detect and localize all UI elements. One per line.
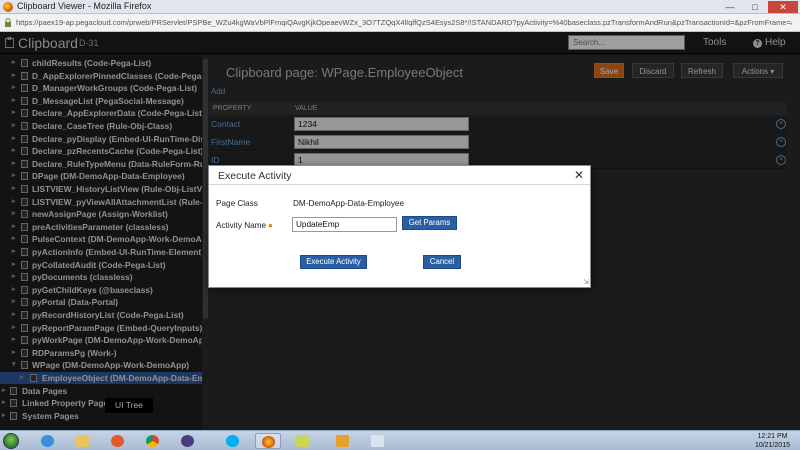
resize-handle-icon[interactable]: ⇲	[583, 278, 589, 286]
address-bar[interactable]: https://paex19-ap.pegacloud.com/prweb/PR…	[0, 14, 800, 32]
cancel-button[interactable]: Cancel	[423, 255, 461, 269]
url-text[interactable]: https://paex19-ap.pegacloud.com/prweb/PR…	[16, 18, 792, 27]
lock-icon	[5, 18, 11, 27]
activity-name-label: Activity Name ●	[216, 221, 273, 230]
dialog-header: Execute Activity ✕	[209, 166, 590, 185]
taskbar-paint-icon[interactable]	[365, 433, 391, 449]
page-class-label: Page Class	[216, 199, 258, 208]
taskbar-ie-icon[interactable]	[35, 433, 61, 449]
activity-name-label-text: Activity Name	[216, 221, 267, 230]
execute-activity-dialog: Execute Activity ✕ Page Class DM-DemoApp…	[208, 165, 591, 288]
taskbar-app-icon[interactable]	[175, 433, 201, 449]
required-icon: ●	[268, 221, 273, 230]
taskbar-outlook-icon[interactable]	[330, 433, 356, 449]
taskbar-chrome-icon[interactable]	[140, 433, 166, 449]
taskbar-explorer-icon[interactable]	[70, 433, 96, 449]
activity-name-input[interactable]: UpdateEmp	[292, 217, 397, 232]
get-params-button[interactable]: Get Params	[402, 216, 457, 230]
system-clock[interactable]: 12:21 PM 10/21/2015	[755, 432, 790, 450]
page-class-value: DM-DemoApp-Data-Employee	[293, 199, 405, 208]
taskbar-notes-icon[interactable]	[290, 433, 316, 449]
taskbar-skype-icon[interactable]	[220, 433, 246, 449]
close-window-button[interactable]: ✕	[768, 1, 798, 13]
start-button[interactable]	[3, 433, 19, 449]
taskbar-firefox-icon[interactable]	[255, 433, 281, 449]
minimize-button[interactable]: —	[718, 1, 742, 13]
clock-date: 10/21/2015	[754, 442, 790, 449]
clock-time: 12:21 PM	[757, 433, 788, 440]
browser-title-bar: Clipboard Viewer - Mozilla Firefox — □ ✕	[0, 0, 800, 14]
execute-activity-button[interactable]: Execute Activity	[300, 255, 367, 269]
taskbar: 12:21 PM 10/21/2015	[0, 430, 800, 450]
close-icon[interactable]: ✕	[574, 168, 584, 182]
window-title: Clipboard Viewer - Mozilla Firefox	[17, 1, 152, 11]
taskbar-media-icon[interactable]	[105, 433, 131, 449]
dialog-title: Execute Activity	[218, 170, 292, 182]
maximize-button[interactable]: □	[743, 1, 767, 13]
firefox-icon	[3, 2, 13, 12]
window-controls: — □ ✕	[718, 1, 798, 13]
